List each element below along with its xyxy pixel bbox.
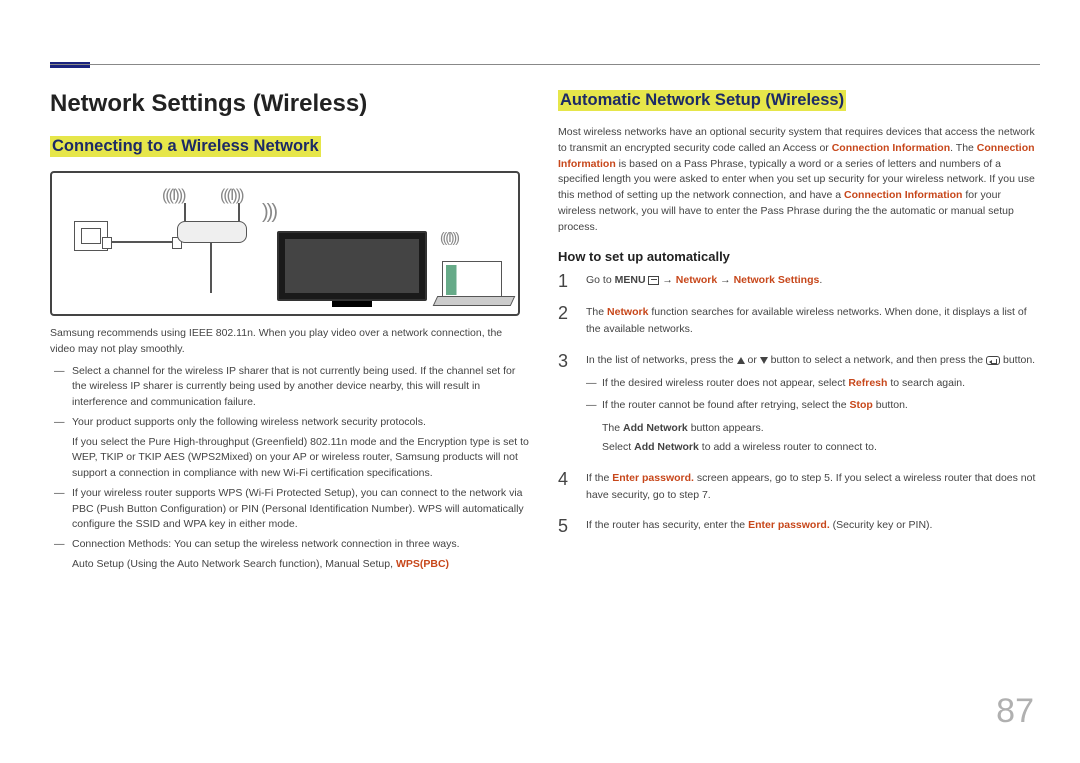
howto-heading: How to set up automatically <box>558 249 1040 264</box>
connection-info-label: Connection Information <box>844 189 962 201</box>
enter-icon <box>986 356 1000 365</box>
sub-pre: If the router cannot be found after retr… <box>602 399 849 411</box>
laptop-screen-icon <box>446 265 498 295</box>
add-network-label: Add Network <box>634 441 699 453</box>
antenna-icon <box>238 203 240 221</box>
enter-password-label: Enter password. <box>748 519 830 531</box>
step-pre: Go to <box>586 274 615 286</box>
section-heading-auto: Automatic Network Setup (Wireless) <box>558 90 846 111</box>
step-tail: button. <box>1000 354 1035 366</box>
note-sub: Auto Setup (Using the Auto Network Searc… <box>54 557 530 573</box>
step-item: 4 If the Enter password. screen appears,… <box>558 470 1040 504</box>
stop-label: Stop <box>849 399 872 411</box>
step-pre: In the list of networks, press the <box>586 354 737 366</box>
sub-post: button appears. <box>688 422 764 434</box>
step-post: button to select a network, and then pre… <box>768 354 986 366</box>
sub-post: button. <box>873 399 908 411</box>
step-item: 1 Go to MENU → Network → Network Setting… <box>558 272 1040 290</box>
router-icon <box>177 221 247 243</box>
network-label: Network <box>607 306 648 318</box>
step-number: 3 <box>558 352 572 456</box>
header-rule <box>50 64 1040 65</box>
steps-list: 1 Go to MENU → Network → Network Setting… <box>558 272 1040 535</box>
antenna-icon <box>184 203 186 221</box>
step-body: If the router has security, enter the En… <box>586 517 1040 535</box>
step-sub: If the desired wireless router does not … <box>586 375 1040 392</box>
step-pre: The <box>586 306 607 318</box>
network-diagram: (((I))) (((I))) ))) (((I))) <box>50 171 520 316</box>
section-heading-connecting: Connecting to a Wireless Network <box>50 136 321 157</box>
step-pre: If the router has security, enter the <box>586 519 748 531</box>
step-body: If the Enter password. screen appears, g… <box>586 470 1040 504</box>
arrow: → <box>717 274 733 286</box>
step-item: 3 In the list of networks, press the or … <box>558 352 1040 456</box>
up-arrow-icon <box>737 357 745 364</box>
header-accent-bar <box>50 62 90 68</box>
intro-paragraph: Most wireless networks have an optional … <box>558 125 1040 235</box>
step-number: 2 <box>558 304 572 338</box>
step-sub-plain: The Add Network button appears. <box>586 420 1040 437</box>
right-column: Automatic Network Setup (Wireless) Most … <box>558 90 1040 577</box>
note-sub: If you select the Pure High-throughput (… <box>54 435 530 482</box>
cable-icon <box>210 243 212 293</box>
step-item: 2 The Network function searches for avai… <box>558 304 1040 338</box>
wifi-wave-icon: (((I))) <box>162 187 184 205</box>
note-item: Your product supports only the following… <box>54 415 530 431</box>
step-body: In the list of networks, press the or bu… <box>586 352 1040 456</box>
tv-icon <box>277 231 427 301</box>
arrow: → <box>659 274 675 286</box>
ethernet-cable-icon <box>106 241 178 243</box>
page-content: Network Settings (Wireless) Connecting t… <box>50 90 1040 577</box>
down-arrow-icon <box>760 357 768 364</box>
step-sub: If the router cannot be found after retr… <box>586 397 1040 414</box>
step-item: 5 If the router has security, enter the … <box>558 517 1040 535</box>
menu-label: MENU <box>615 274 649 286</box>
connection-info-label: Connection Information <box>832 142 950 154</box>
add-network-label: Add Network <box>623 422 688 434</box>
page-number: 87 <box>996 692 1034 731</box>
intro-t2: . The <box>950 142 977 154</box>
wifi-wave-icon: ))) <box>262 201 276 224</box>
tv-stand-icon <box>332 301 372 307</box>
step-mid: or <box>745 354 760 366</box>
page-title: Network Settings (Wireless) <box>50 90 530 118</box>
step-pre: If the <box>586 472 612 484</box>
enter-password-label: Enter password. <box>612 472 694 484</box>
step-number: 4 <box>558 470 572 504</box>
menu-icon <box>648 276 659 285</box>
wifi-wave-icon: (((I))) <box>440 229 458 245</box>
notes-list: Select a channel for the wireless IP sha… <box>54 364 530 573</box>
sub-pre: The <box>602 422 623 434</box>
note-item: Select a channel for the wireless IP sha… <box>54 364 530 411</box>
wifi-wave-icon: (((I))) <box>220 187 242 205</box>
network-label: Network <box>676 274 717 286</box>
step-number: 5 <box>558 517 572 535</box>
step-number: 1 <box>558 272 572 290</box>
sub-post: to search again. <box>887 377 965 389</box>
step-post: function searches for available wireless… <box>586 306 1027 335</box>
recommendation-note: Samsung recommends using IEEE 802.11n. W… <box>50 326 530 358</box>
wps-pbc-label: WPS(PBC) <box>396 558 449 570</box>
step-post: (Security key or PIN). <box>830 519 933 531</box>
step-post: . <box>819 274 822 286</box>
step-body: Go to MENU → Network → Network Settings. <box>586 272 1040 290</box>
note-sub-pre: Auto Setup (Using the Auto Network Searc… <box>72 558 396 570</box>
step-sub-plain: Select Add Network to add a wireless rou… <box>586 439 1040 456</box>
step-body: The Network function searches for availa… <box>586 304 1040 338</box>
sub-post: to add a wireless router to connect to. <box>699 441 877 453</box>
laptop-icon <box>442 261 502 299</box>
sub-pre: If the desired wireless router does not … <box>602 377 848 389</box>
refresh-label: Refresh <box>848 377 887 389</box>
note-item: Connection Methods: You can setup the wi… <box>54 537 530 553</box>
left-column: Network Settings (Wireless) Connecting t… <box>50 90 530 577</box>
sub-pre: Select <box>602 441 634 453</box>
network-settings-label: Network Settings <box>734 274 820 286</box>
note-item: If your wireless router supports WPS (Wi… <box>54 486 530 533</box>
